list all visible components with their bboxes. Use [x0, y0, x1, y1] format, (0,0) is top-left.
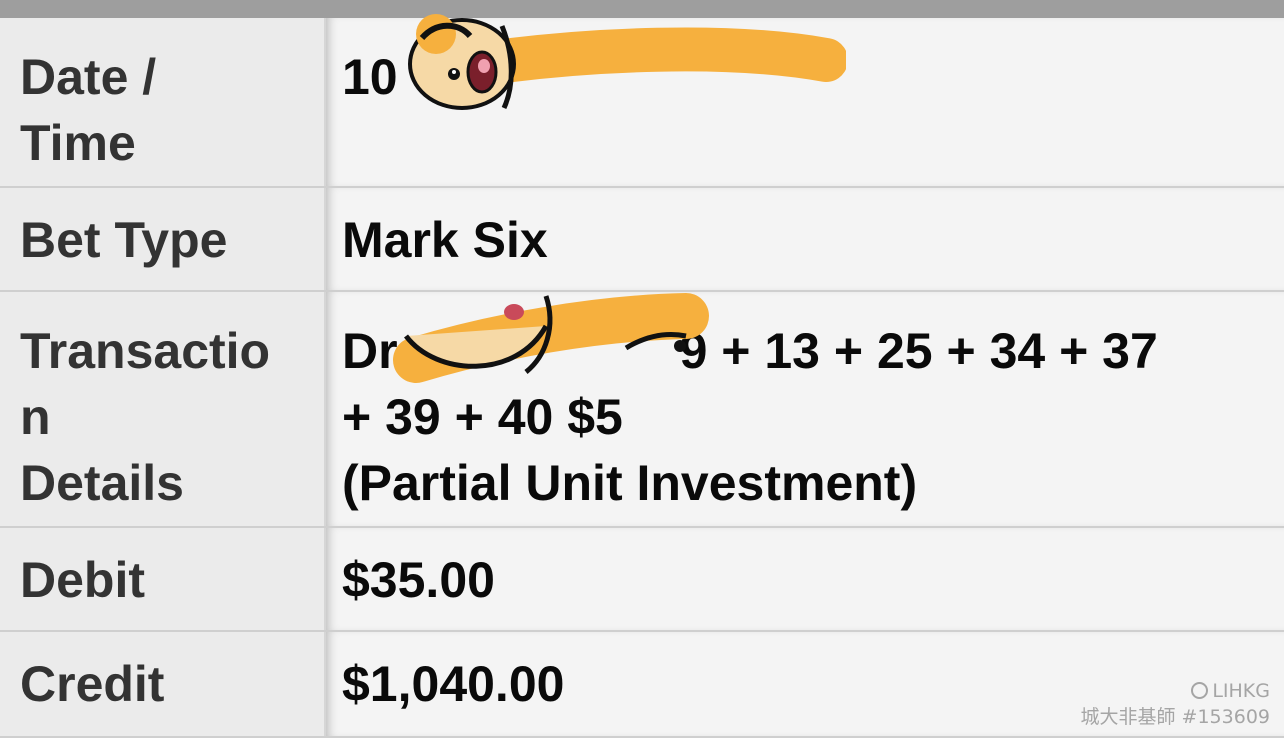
transaction-table: Date / Time 10 Bet Type Mark Six Transac… [0, 14, 1284, 738]
bet-type-label: Bet Type [0, 188, 326, 290]
top-bar [0, 0, 1284, 18]
lihkg-watermark: LIHKG 城大非基師 #153609 [1080, 680, 1271, 728]
row-date-time: Date / Time 10 [0, 14, 1284, 188]
bet-type-value: Mark Six [326, 188, 1284, 290]
debit-value: $35.00 [326, 528, 1284, 630]
details-numbers-line1: 9 + 13 + 25 + 34 + 37 [679, 323, 1158, 379]
row-bet-type: Bet Type Mark Six [0, 188, 1284, 292]
row-debit: Debit $35.00 [0, 528, 1284, 632]
debit-label: Debit [0, 528, 326, 630]
transaction-details-label: Transactio n Details [0, 292, 326, 526]
date-time-text: 10 [342, 49, 398, 105]
date-time-label: Date / Time [0, 18, 326, 186]
credit-label: Credit [0, 632, 326, 736]
details-investment-note: (Partial Unit Investment) [342, 455, 918, 511]
row-transaction-details: Transactio n Details Dr 9 + 13 + 25 + 34 … [0, 292, 1284, 528]
watermark-user: 城大非基師 #153609 [1080, 706, 1271, 728]
copyright-icon [1191, 682, 1209, 699]
details-numbers-line2: + 39 + 40 $5 [342, 389, 623, 445]
date-time-value: 10 [326, 14, 1284, 186]
transaction-details-value: Dr 9 + 13 + 25 + 34 + 37 + 39 + 40 $5 (Pa… [326, 292, 1284, 526]
details-prefix: Dr [342, 323, 398, 379]
